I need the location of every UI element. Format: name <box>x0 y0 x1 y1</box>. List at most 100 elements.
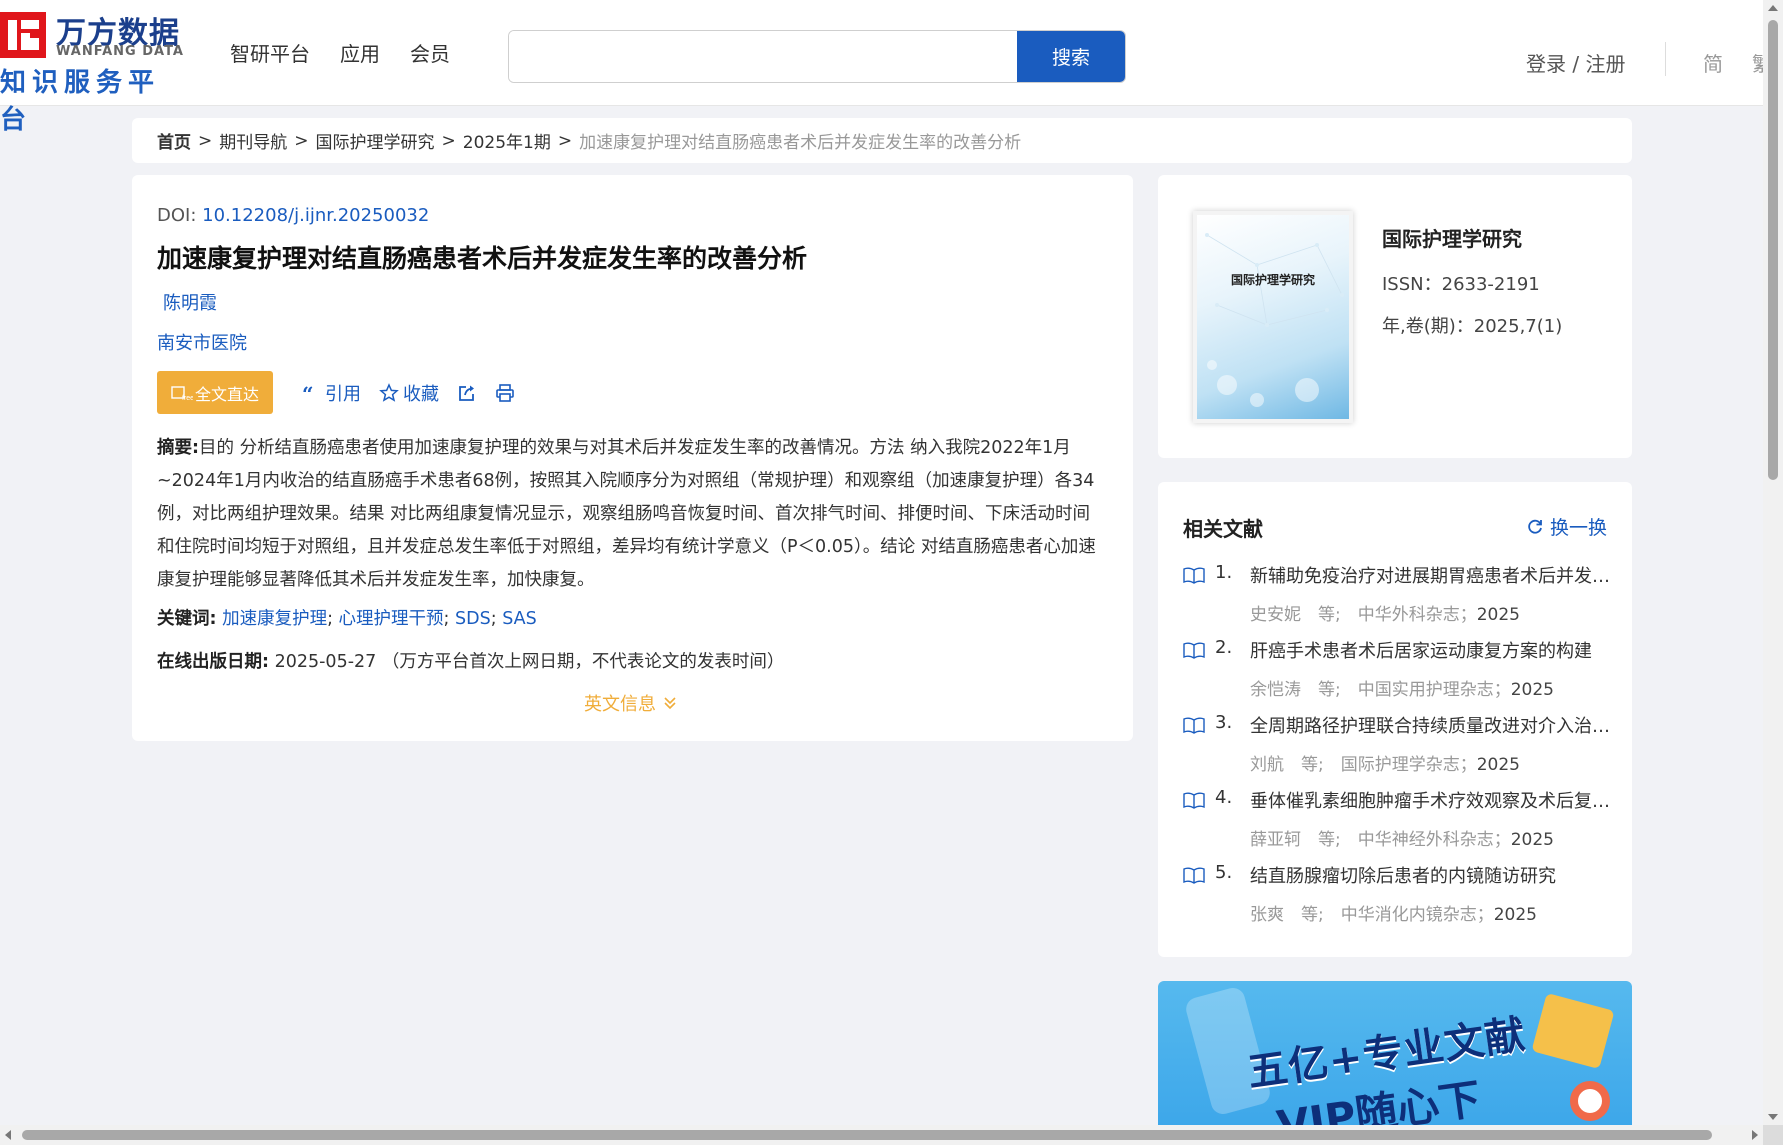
collect-button[interactable]: 收藏 <box>379 380 439 406</box>
related-item-author[interactable]: 薛亚轲 <box>1250 830 1301 850</box>
related-item-number: 3. <box>1215 712 1233 733</box>
related-item-author[interactable]: 史安妮 <box>1250 605 1301 625</box>
related-item-title[interactable]: 新辅助免疫治疗对进展期胃癌患者术后并发症的影响 <box>1250 562 1610 588</box>
related-item-number: 1. <box>1215 562 1233 583</box>
article-actions: free 全文直达 “ 引用 收藏 <box>157 371 515 414</box>
doi-label: DOI: <box>157 205 197 226</box>
nav-zhiyan[interactable]: 智研平台 <box>230 38 310 67</box>
breadcrumb-issue[interactable]: 2025年1期 <box>463 128 551 153</box>
scroll-up-arrow-icon[interactable] <box>1768 5 1778 11</box>
related-item-year: 2025 <box>1510 830 1554 850</box>
related-item-title[interactable]: 垂体催乳素细胞肿瘤手术疗效观察及术后复发因素分析 <box>1250 787 1610 813</box>
book-icon <box>1183 717 1205 734</box>
related-item: 1. 新辅助免疫治疗对进展期胃癌患者术后并发症的影响 史安妮 等; 中华外科杂志… <box>1183 562 1613 637</box>
related-docs-card: 相关文献 换一换 1. 新辅助免疫治疗对进展期胃癌患者术后并发症的影响 史安妮 … <box>1158 482 1632 957</box>
related-docs-list: 1. 新辅助免疫治疗对进展期胃癌患者术后并发症的影响 史安妮 等; 中华外科杂志… <box>1183 562 1613 937</box>
nav-apps[interactable]: 应用 <box>340 38 380 67</box>
journal-name-link[interactable]: 国际护理学研究 <box>1382 223 1522 252</box>
svg-text:“: “ <box>302 383 314 403</box>
related-item-etc: 等; <box>1301 905 1324 925</box>
organization-link[interactable]: 南安市医院 <box>157 329 247 355</box>
breadcrumb-current: 加速康复护理对结直肠癌患者术后并发症发生率的改善分析 <box>579 133 1022 153</box>
book-icon <box>1183 792 1205 809</box>
related-item-source[interactable]: 中国实用护理杂志 <box>1358 680 1494 700</box>
header-divider <box>1665 42 1666 76</box>
related-item-title[interactable]: 全周期路径护理联合持续质量改进对介入治疗患者的影响 <box>1250 712 1610 738</box>
keyword-link[interactable]: SAS <box>502 609 537 629</box>
journal-issn: ISSN：2633-2191 <box>1382 274 1540 295</box>
related-item-title[interactable]: 肝癌手术患者术后居家运动康复方案的构建 <box>1250 637 1610 663</box>
related-item-source[interactable]: 中华外科杂志 <box>1358 605 1460 625</box>
printer-icon <box>496 383 514 402</box>
search-box: 搜索 <box>508 30 1126 83</box>
related-item: 4. 垂体催乳素细胞肿瘤手术疗效观察及术后复发因素分析 薛亚轲 等; 中华神经外… <box>1183 787 1613 862</box>
related-item-year: 2025 <box>1476 755 1520 775</box>
related-item-etc: 等; <box>1318 830 1341 850</box>
login-register-link[interactable]: 登录 / 注册 <box>1526 48 1625 77</box>
related-item-meta: 张爽 等; 中华消化内镜杂志；2025 <box>1250 905 1537 925</box>
vertical-scrollbar[interactable] <box>1763 0 1783 1125</box>
related-docs-title: 相关文献 <box>1183 517 1263 541</box>
lang-traditional-button[interactable]: 繁 <box>1752 48 1763 77</box>
vertical-scroll-thumb[interactable] <box>1768 20 1778 480</box>
scroll-left-arrow-icon[interactable] <box>5 1130 11 1140</box>
search-button[interactable]: 搜索 <box>1017 31 1125 82</box>
journal-cover[interactable]: 国际护理学研究 <box>1193 211 1353 423</box>
cite-button[interactable]: “ 引用 <box>301 380 361 406</box>
online-date: 在线出版日期: 2025-05-27 （万方平台首次上网日期，不代表论文的发表时… <box>157 648 784 673</box>
breadcrumb-home[interactable]: 首页 <box>157 128 191 153</box>
print-button[interactable] <box>495 383 515 403</box>
related-item-author[interactable]: 刘航 <box>1250 755 1284 775</box>
star-icon <box>379 382 399 402</box>
collect-label: 收藏 <box>403 383 439 405</box>
related-item-author[interactable]: 余恺涛 <box>1250 680 1301 700</box>
online-date-note: （万方平台首次上网日期，不代表论文的发表时间） <box>381 652 785 672</box>
breadcrumb-journal-nav[interactable]: 期刊导航 <box>219 128 287 153</box>
logo-mark-icon <box>0 12 46 58</box>
refresh-label: 换一换 <box>1549 517 1607 539</box>
scroll-right-arrow-icon[interactable] <box>1752 1130 1758 1140</box>
abstract-label: 摘要: <box>157 438 199 458</box>
related-item-author[interactable]: 张爽 <box>1250 905 1284 925</box>
related-item: 5. 结直肠腺瘤切除后患者的内镜随访研究 张爽 等; 中华消化内镜杂志；2025 <box>1183 862 1613 937</box>
breadcrumb-separator: > <box>441 130 456 151</box>
full-text-button[interactable]: free 全文直达 <box>157 371 273 414</box>
related-item-meta: 薛亚轲 等; 中华神经外科杂志；2025 <box>1250 830 1554 850</box>
related-item-number: 5. <box>1215 862 1233 883</box>
horizontal-scrollbar[interactable] <box>0 1125 1763 1145</box>
scroll-down-arrow-icon[interactable] <box>1768 1114 1778 1120</box>
scrollbar-corner <box>1763 1125 1783 1145</box>
vip-promo-banner[interactable]: 五亿+专业文献 VIP随心下 <box>1158 981 1632 1126</box>
keyword-link[interactable]: SDS <box>455 609 491 629</box>
keyword-link[interactable]: 心理护理干预 <box>339 609 444 629</box>
lang-simplified-button[interactable]: 简 <box>1703 48 1723 77</box>
horizontal-scroll-thumb[interactable] <box>22 1130 1712 1140</box>
top-header: 万方数据 WANFANG DATA 知识服务平台 智研平台 应用 会员 搜索 登… <box>0 0 1763 135</box>
related-item-etc: 等; <box>1301 755 1324 775</box>
share-button[interactable] <box>457 383 477 403</box>
breadcrumb-journal[interactable]: 国际护理学研究 <box>316 128 435 153</box>
wanfang-logo[interactable]: 万方数据 WANFANG DATA 知识服务平台 <box>0 8 190 135</box>
related-item-title[interactable]: 结直肠腺瘤切除后患者的内镜随访研究 <box>1250 862 1610 888</box>
related-item-number: 2. <box>1215 637 1233 658</box>
logo-text-en: WANFANG DATA <box>56 44 184 59</box>
keyword-link[interactable]: 加速康复护理 <box>222 609 327 629</box>
search-input[interactable] <box>509 31 1019 82</box>
free-doc-icon: free <box>171 385 193 401</box>
english-info-toggle[interactable]: 英文信息 <box>584 690 678 716</box>
refresh-icon <box>1528 519 1542 534</box>
online-date-value: 2025-05-27 <box>274 652 377 672</box>
breadcrumb-separator: > <box>557 130 573 151</box>
refresh-button[interactable]: 换一换 <box>1526 513 1607 540</box>
full-text-label: 全文直达 <box>194 384 259 404</box>
doi-link[interactable]: 10.12208/j.ijnr.20250032 <box>202 205 429 226</box>
related-item-source[interactable]: 中华消化内镜杂志 <box>1341 905 1477 925</box>
related-item-source[interactable]: 国际护理学杂志 <box>1341 755 1460 775</box>
related-item-source[interactable]: 中华神经外科杂志 <box>1358 830 1494 850</box>
cover-network-pattern <box>1205 233 1344 407</box>
double-chevron-down-icon <box>664 697 676 710</box>
author-link[interactable]: 陈明霞 <box>163 289 217 315</box>
nav-membership[interactable]: 会员 <box>410 38 450 67</box>
book-icon <box>1183 642 1205 659</box>
article-title: 加速康复护理对结直肠癌患者术后并发症发生率的改善分析 <box>157 244 808 273</box>
